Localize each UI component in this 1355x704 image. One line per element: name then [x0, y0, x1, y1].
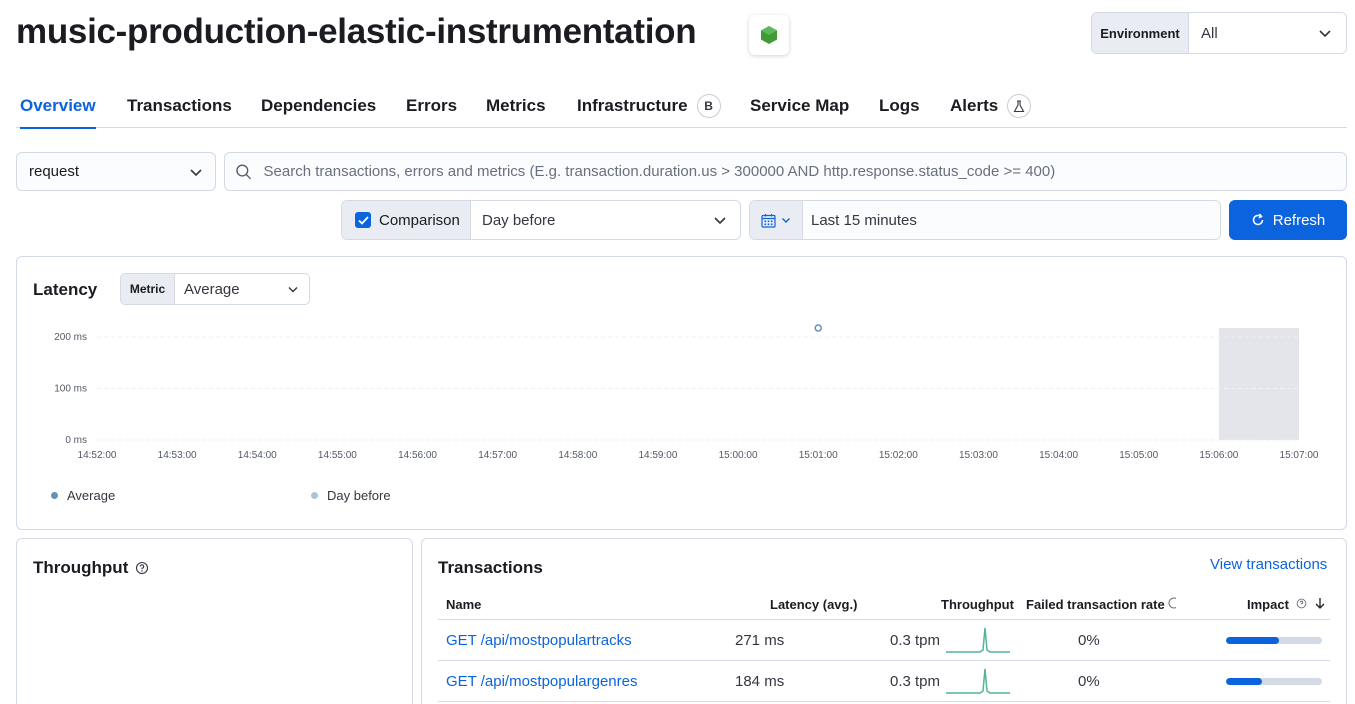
incomplete-data-band: [1218, 328, 1299, 440]
x-tick-label: 15:06:00: [1199, 450, 1238, 461]
legend-average[interactable]: Average: [51, 488, 115, 503]
x-tick-label: 14:57:00: [478, 450, 517, 461]
column-failed-rate-label: Failed transaction rate: [1026, 597, 1165, 612]
x-tick-label: 14:56:00: [398, 450, 437, 461]
transaction-failed-rate: 0%: [1078, 632, 1100, 649]
legend-day-before-label: Day before: [327, 488, 391, 503]
transaction-failed-rate: 0%: [1078, 673, 1100, 690]
legend-average-swatch: [51, 492, 58, 499]
y-tick-label: 100 ms: [54, 384, 87, 395]
column-latency[interactable]: Latency (avg.): [770, 597, 857, 612]
legend-day-before-swatch: [311, 492, 318, 499]
x-tick-label: 15:02:00: [879, 450, 918, 461]
impact-bar-fill: [1226, 678, 1262, 685]
transaction-throughput: 0.3 tpm: [890, 632, 941, 649]
transaction-latency: 184 ms: [735, 673, 785, 690]
x-tick-label: 14:58:00: [558, 450, 597, 461]
column-impact-label: Impact: [1247, 597, 1289, 612]
transactions-title: Transactions: [438, 558, 543, 577]
y-tick-label: 0 ms: [65, 435, 87, 446]
x-tick-label: 14:59:00: [638, 450, 677, 461]
x-tick-label: 14:52:00: [78, 450, 117, 461]
header-divider: [438, 619, 1330, 620]
row-divider: [438, 701, 1330, 702]
transaction-throughput: 0.3 tpm: [890, 673, 941, 690]
impact-bar: [1226, 637, 1322, 644]
x-tick-label: 15:05:00: [1119, 450, 1158, 461]
info-icon: [1168, 597, 1180, 609]
y-tick-label: 200 ms: [54, 332, 87, 343]
latency-average-point: [814, 324, 822, 332]
sort-descending-icon: [1315, 598, 1325, 609]
help-icon[interactable]: [135, 561, 149, 575]
column-name[interactable]: Name: [446, 597, 481, 612]
legend-day-before[interactable]: Day before: [311, 488, 391, 503]
row-divider: [438, 660, 1330, 661]
view-transactions-link[interactable]: View transactions: [1210, 556, 1327, 573]
transaction-link[interactable]: GET /api/mostpopulartracks: [446, 632, 632, 649]
transaction-link[interactable]: GET /api/mostpopulargenres: [446, 673, 638, 690]
help-icon: [1296, 598, 1306, 609]
x-tick-label: 15:07:00: [1280, 450, 1319, 461]
throughput-sparkline: [946, 668, 1010, 694]
x-tick-label: 15:03:00: [959, 450, 998, 461]
x-tick-label: 15:00:00: [719, 450, 758, 461]
impact-bar-fill: [1226, 637, 1279, 644]
x-tick-label: 15:01:00: [799, 450, 838, 461]
x-tick-label: 14:55:00: [318, 450, 357, 461]
x-tick-label: 14:54:00: [238, 450, 277, 461]
column-throughput[interactable]: Throughput: [941, 597, 1014, 612]
x-tick-label: 14:53:00: [158, 450, 197, 461]
column-impact[interactable]: Impact: [1247, 597, 1326, 612]
transaction-latency: 271 ms: [735, 632, 785, 649]
throughput-title: Throughput: [33, 558, 129, 577]
impact-bar: [1226, 678, 1322, 685]
throughput-sparkline: [946, 627, 1010, 653]
x-tick-label: 15:04:00: [1039, 450, 1078, 461]
column-failed-rate[interactable]: Failed transaction rate: [1026, 597, 1180, 612]
legend-average-label: Average: [67, 488, 116, 503]
